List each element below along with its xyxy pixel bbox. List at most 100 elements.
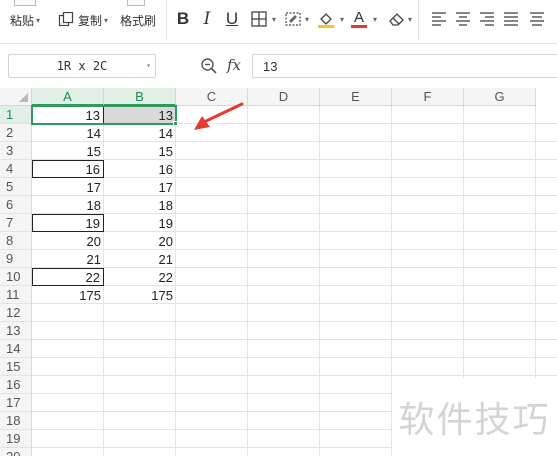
column-header-d[interactable]: D: [248, 88, 320, 106]
column-header-a[interactable]: A: [32, 88, 104, 106]
cell-b9[interactable]: 21: [104, 250, 176, 268]
row-header-17[interactable]: 17: [0, 394, 32, 412]
cell-a15[interactable]: [32, 358, 104, 376]
cell-a16[interactable]: [32, 376, 104, 394]
cell-a9[interactable]: 21: [32, 250, 104, 268]
cell-b2[interactable]: 14: [104, 124, 176, 142]
fill-color-button[interactable]: [315, 8, 337, 30]
cell-b12[interactable]: [104, 304, 176, 322]
row-header-15[interactable]: 15: [0, 358, 32, 376]
fill-handle[interactable]: [173, 121, 178, 126]
row-header-8[interactable]: 8: [0, 232, 32, 250]
column-header-b[interactable]: B: [104, 88, 176, 106]
align-center-button[interactable]: [452, 8, 474, 30]
cell-b8[interactable]: 20: [104, 232, 176, 250]
cell-a19[interactable]: [32, 430, 104, 448]
cell-a20[interactable]: [32, 448, 104, 456]
underline-button[interactable]: U: [221, 8, 243, 30]
chevron-down-icon[interactable]: ▾: [305, 15, 309, 24]
cell-a12[interactable]: [32, 304, 104, 322]
cell-b11[interactable]: 175: [104, 286, 176, 304]
cell-a3[interactable]: 15: [32, 142, 104, 160]
row-header-13[interactable]: 13: [0, 322, 32, 340]
select-all-corner[interactable]: [0, 88, 32, 106]
font-color-button[interactable]: A: [348, 8, 370, 30]
row-header-1[interactable]: 1: [0, 106, 32, 124]
cell-a4[interactable]: 16: [32, 160, 104, 178]
zoom-icon[interactable]: [200, 57, 218, 75]
fx-icon[interactable]: fx: [227, 56, 241, 74]
align-left-button[interactable]: [428, 8, 450, 30]
cell-a2[interactable]: 14: [32, 124, 104, 142]
cell-b14[interactable]: [104, 340, 176, 358]
column-header-g[interactable]: G: [464, 88, 536, 106]
format-painter-button[interactable]: 格式刷: [118, 8, 156, 32]
chevron-down-icon[interactable]: ▾: [146, 61, 151, 70]
chevron-down-icon[interactable]: ▾: [340, 15, 344, 24]
cell-a17[interactable]: [32, 394, 104, 412]
row-header-16[interactable]: 16: [0, 376, 32, 394]
row-header-3[interactable]: 3: [0, 142, 32, 160]
chevron-down-icon[interactable]: ▾: [373, 15, 377, 24]
cell-a1[interactable]: 13: [32, 106, 104, 124]
row-header-12[interactable]: 12: [0, 304, 32, 322]
row-header-18[interactable]: 18: [0, 412, 32, 430]
row-header-9[interactable]: 9: [0, 250, 32, 268]
chevron-down-icon[interactable]: ▾: [272, 15, 276, 24]
align-right-button[interactable]: [476, 8, 498, 30]
justify-button[interactable]: [500, 8, 522, 30]
cell-b5[interactable]: 17: [104, 178, 176, 196]
paste-button[interactable]: 粘贴 ▾: [8, 8, 40, 32]
row-header-10[interactable]: 10: [0, 268, 32, 286]
cell-b19[interactable]: [104, 430, 176, 448]
row-header-6[interactable]: 6: [0, 196, 32, 214]
column-header-f[interactable]: F: [392, 88, 464, 106]
cell-a8[interactable]: 20: [32, 232, 104, 250]
cell-b16[interactable]: [104, 376, 176, 394]
align-center-icon: [456, 12, 470, 26]
cell-a10[interactable]: 22: [32, 268, 104, 286]
italic-button[interactable]: I: [196, 8, 218, 30]
cell-b1[interactable]: 13: [104, 106, 176, 124]
cell-a11[interactable]: 175: [32, 286, 104, 304]
chevron-down-icon[interactable]: ▾: [408, 15, 412, 24]
cell-a14[interactable]: [32, 340, 104, 358]
row-header-5[interactable]: 5: [0, 178, 32, 196]
cell-b13[interactable]: [104, 322, 176, 340]
cell-style-icon: [285, 12, 301, 26]
cell-b3[interactable]: 15: [104, 142, 176, 160]
cell-a7[interactable]: 19: [32, 214, 104, 232]
cell-b15[interactable]: [104, 358, 176, 376]
cell-b6[interactable]: 18: [104, 196, 176, 214]
cell-a13[interactable]: [32, 322, 104, 340]
cell-b7[interactable]: 19: [104, 214, 176, 232]
cell-a6[interactable]: 18: [32, 196, 104, 214]
ribbon-toolbar: 粘贴 ▾ 复制 ▾ 格式刷 B I U ▾ ▾ ▾ A ▾ ▾: [0, 0, 557, 44]
copy-button[interactable]: 复制 ▾: [56, 8, 108, 32]
cell-b10[interactable]: 22: [104, 268, 176, 286]
borders-button[interactable]: [248, 8, 270, 30]
cell-style-button[interactable]: [282, 8, 304, 30]
row-header-2[interactable]: 2: [0, 124, 32, 142]
copy-label: 复制: [78, 13, 103, 28]
distributed-align-icon: [530, 12, 544, 26]
row-header-4[interactable]: 4: [0, 160, 32, 178]
column-header-e[interactable]: E: [320, 88, 392, 106]
cell-a5[interactable]: 17: [32, 178, 104, 196]
cell-b17[interactable]: [104, 394, 176, 412]
bold-button[interactable]: B: [172, 8, 194, 30]
cell-b4[interactable]: 16: [104, 160, 176, 178]
row-header-11[interactable]: 11: [0, 286, 32, 304]
name-box[interactable]: 1R x 2C ▾: [8, 54, 156, 78]
cell-a18[interactable]: [32, 412, 104, 430]
row-header-19[interactable]: 19: [0, 430, 32, 448]
paste-icon-stub: [14, 0, 36, 6]
cell-b20[interactable]: [104, 448, 176, 456]
row-header-7[interactable]: 7: [0, 214, 32, 232]
formula-input[interactable]: 13: [252, 54, 557, 78]
cell-b18[interactable]: [104, 412, 176, 430]
clear-button[interactable]: [385, 8, 407, 30]
distributed-align-button[interactable]: [526, 8, 548, 30]
row-header-20[interactable]: 20: [0, 448, 32, 456]
row-header-14[interactable]: 14: [0, 340, 32, 358]
